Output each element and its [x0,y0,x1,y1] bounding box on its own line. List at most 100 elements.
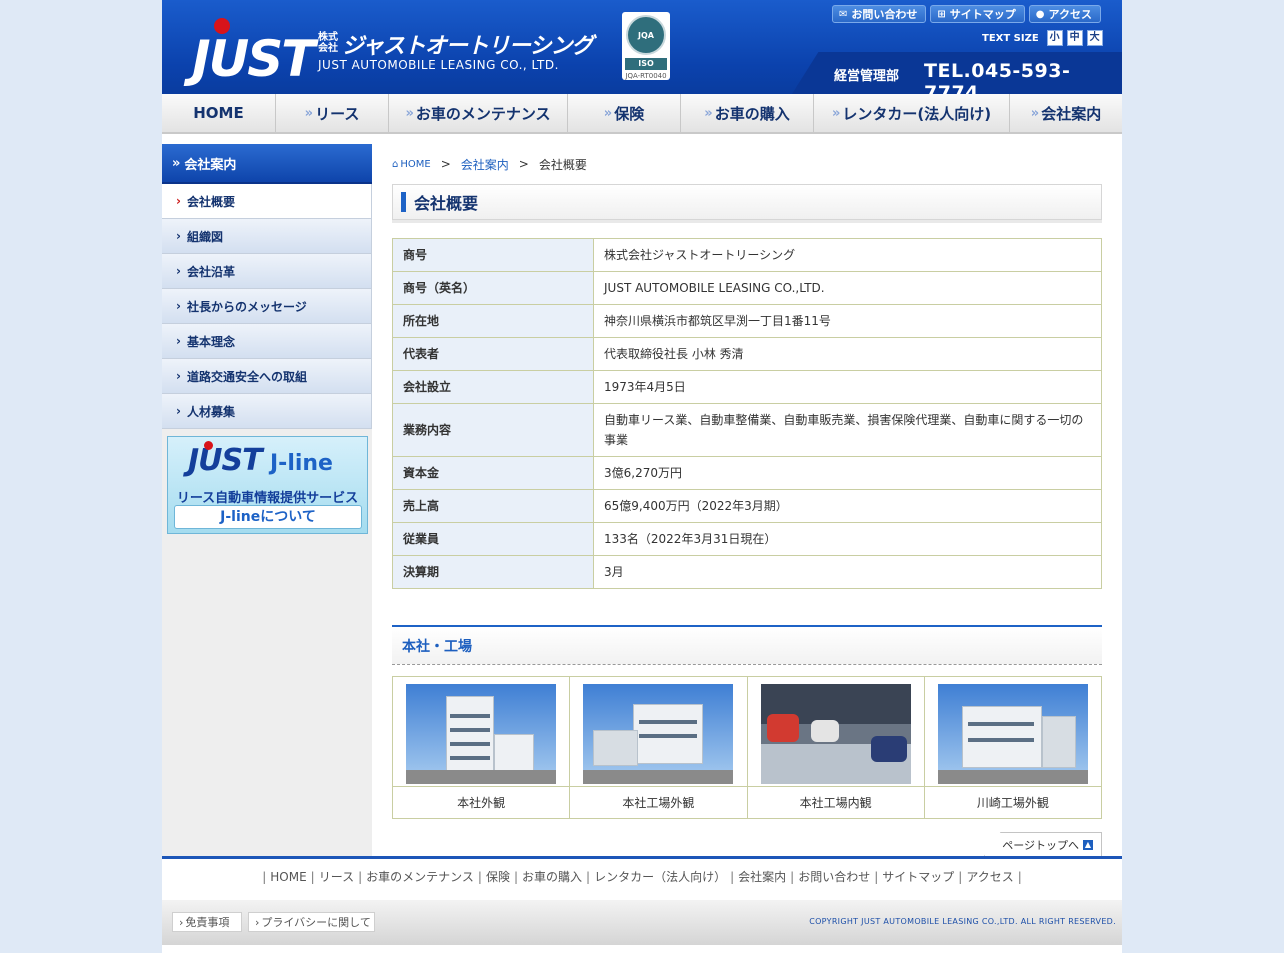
row-value: 3億6,270万円 [593,456,1102,490]
sidebar-item-label: 組織図 [186,229,223,244]
arrow-up-icon: ▲ [1083,839,1093,850]
row-label: 従業員 [392,522,594,556]
footer-link[interactable]: アクセス [966,870,1013,884]
table-row: 売上高 65億9,400万円（2022年3月期） [392,489,1102,523]
row-value: JUST AUTOMOBILE LEASING CO.,LTD. [593,271,1102,305]
company-logo[interactable]: JUST [176,10,315,88]
breadcrumb-section[interactable]: 会社案内 [461,156,509,173]
jline-about-button[interactable]: J-lineについて [174,505,362,529]
disclaimer-link[interactable]: › 免責事項 [172,912,242,932]
nav-rental[interactable]: » レンタカー(法人向け) [814,94,1010,132]
sitemap-link-label: サイトマップ [949,8,1016,21]
privacy-label: プライバシーに関して [261,916,371,929]
nav-company[interactable]: » 会社案内 [1010,94,1122,132]
row-label: 所在地 [392,304,594,338]
chevron-right-icon: › [176,194,181,208]
sidebar-item-overview[interactable]: › 会社概要 [162,184,372,219]
footer-separator: | [874,870,879,884]
iso-badge-text: JQA [638,31,654,40]
text-size-small-button[interactable]: 小 [1046,30,1063,46]
chevron-right-icon: › [176,404,181,418]
sidebar-item-label: 会社沿革 [186,264,235,279]
breadcrumb: ⌂ HOME > 会社案内 > 会社概要 [392,144,1102,184]
jline-banner[interactable]: JUST J-line リース自動車情報提供サービス J-lineについて [167,436,368,534]
row-value: 3月 [593,555,1102,589]
sidebar-item-label: 基本理念 [186,334,235,349]
chevron-right-icon: › [176,369,181,383]
footer-link[interactable]: サイトマップ [882,870,954,884]
footer-link[interactable]: レンタカー（法人向け） [594,870,726,884]
table-row: 業務内容 自動車リース業、自動車整備業、自動車販売業、損害保険代理業、自動車に関す… [392,403,1102,457]
sidebar-item-history[interactable]: › 会社沿革 [162,254,372,289]
sidebar-item-label: 会社概要 [186,194,235,209]
text-size-large-button[interactable]: 大 [1086,30,1103,46]
caption-row: 本社外観 本社工場外観 本社工場内観 川崎工場外観 [391,786,1103,819]
factory-interior-photo [760,684,911,784]
privacy-link[interactable]: › プライバシーに関して [248,912,375,932]
iso-label: ISO 39001 [625,58,667,80]
row-value: 株式会社ジャストオートリーシング [593,238,1102,272]
double-chevron-icon: » [172,155,181,171]
table-row: 資本金 3億6,270万円 [392,456,1102,490]
nav-maintenance[interactable]: » お車のメンテナンス [389,94,568,132]
home-icon: ⌂ [392,158,399,170]
global-nav: HOME » リース » お車のメンテナンス » 保険 » お車の購入 » レン… [162,94,1122,134]
nav-lease-label: リース [315,104,360,123]
nav-purchase-label: お車の購入 [714,104,790,123]
breadcrumb-separator: > [518,157,529,171]
footer-link[interactable]: お車の購入 [522,870,582,884]
breadcrumb-home[interactable]: ⌂ HOME [392,159,431,170]
footer-bottom: › 免責事項 › プライバシーに関して COPYRIGHT JUST AUTOM… [162,900,1122,945]
footer-separator: | [1017,870,1022,884]
company-name-jp: ジャストオートリーシング [342,34,593,59]
nav-insurance[interactable]: » 保険 [568,94,681,132]
sidebar-item-recruit[interactable]: › 人材募集 [162,394,372,429]
photo-caption: 川崎工場外観 [923,786,1103,819]
table-row: 従業員 133名（2022年3月31日現在） [392,522,1102,556]
double-chevron-icon: » [603,105,613,121]
contact-link[interactable]: ✉ お問い合わせ [832,5,927,23]
footer-link[interactable]: 会社案内 [738,870,786,884]
row-value: 1973年4月5日 [593,370,1102,404]
sidebar-item-message[interactable]: › 社長からのメッセージ [162,289,372,324]
page: JUST 株式会社 ジャストオートリーシング JUST AUTOMOBILE L… [162,0,1122,953]
double-chevron-icon: » [304,105,314,121]
table-row: 所在地 神奈川県横浜市都筑区早渕一丁目1番11号 [392,304,1102,338]
jline-service: リース自動車情報提供サービス [176,491,359,506]
department-label: 経営管理部 [834,69,900,84]
table-row: 代表者 代表取締役社長 小林 秀清 [392,337,1102,371]
text-size-medium-button[interactable]: 中 [1066,30,1083,46]
pin-icon: ● [1035,8,1045,20]
sidebar-item-label: 道路交通安全への取組 [186,369,307,384]
nav-purchase[interactable]: » お車の購入 [681,94,814,132]
sidebar-title: » 会社案内 [162,144,372,184]
photo-cell [391,676,571,787]
footer-link[interactable]: お車のメンテナンス [366,870,474,884]
page-top-button[interactable]: ページトップへ ▲ [984,832,1102,856]
photo-caption: 本社外観 [391,786,571,819]
row-label: 売上高 [392,489,594,523]
head-office-photo [406,684,557,784]
logo-text: JUST [192,30,315,88]
contact-link-label: お問い合わせ [851,8,918,21]
nav-home[interactable]: HOME [162,94,276,132]
company-info-table: 商号 株式会社ジャストオートリーシング 商号（英名） JUST AUTOMOBILE … [392,238,1102,589]
photo-caption: 本社工場外観 [569,786,748,819]
sidebar-item-philosophy[interactable]: › 基本理念 [162,324,372,359]
nav-company-label: 会社案内 [1041,104,1102,123]
sidebar-item-road-safety[interactable]: › 道路交通安全への取組 [162,359,372,394]
nav-lease[interactable]: » リース [276,94,389,132]
footer-link[interactable]: リース [319,870,354,884]
sitemap-link[interactable]: ⊞ サイトマップ [930,5,1025,23]
footer-link[interactable]: 保険 [486,870,510,884]
footer-separator: | [262,870,267,884]
breadcrumb-home-label: HOME [400,158,431,170]
footer-link[interactable]: HOME [270,870,306,884]
photo-row [391,676,1103,787]
row-value: 自動車リース業、自動車整備業、自動車販売業、損害保険代理業、自動車に関する一切の… [593,403,1102,457]
sidebar-item-org-chart[interactable]: › 組織図 [162,219,372,254]
photo-table: 本社外観 本社工場外観 本社工場内観 川崎工場外観 [391,676,1103,819]
footer-link[interactable]: お問い合わせ [798,870,870,884]
access-link[interactable]: ● アクセス [1028,5,1101,23]
photo-caption: 本社工場内観 [746,786,925,819]
